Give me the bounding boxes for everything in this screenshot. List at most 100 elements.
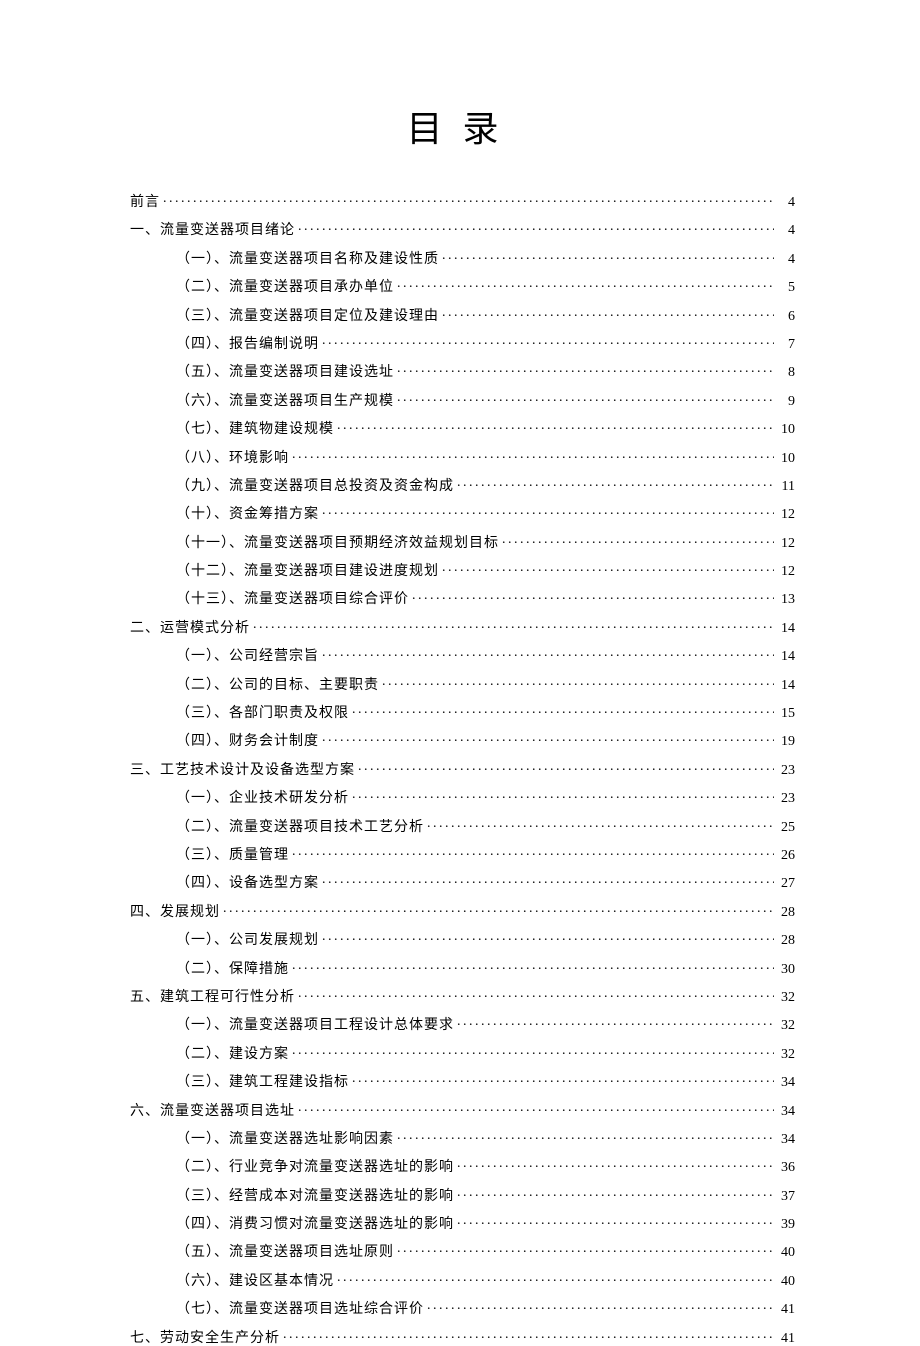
toc-leader-dots bbox=[457, 1157, 774, 1171]
toc-entry-label: （三）、建筑工程建设指标 bbox=[176, 1076, 349, 1090]
toc-leader-dots bbox=[442, 306, 774, 320]
toc-entry: 五、建筑工程可行性分析32 bbox=[130, 987, 795, 1005]
toc-leader-dots bbox=[457, 476, 774, 490]
toc-entry: （三）、各部门职责及权限15 bbox=[130, 703, 795, 721]
toc-entry: （八）、环境影响10 bbox=[130, 448, 795, 466]
toc-entry-page: 32 bbox=[777, 1019, 795, 1033]
toc-entry-label: （四）、财务会计制度 bbox=[176, 735, 319, 749]
toc-entry: （二）、公司的目标、主要职责14 bbox=[130, 675, 795, 693]
toc-entry: （二）、流量变送器项目技术工艺分析25 bbox=[130, 817, 795, 835]
toc-entry-label: （一）、流量变送器选址影响因素 bbox=[176, 1133, 394, 1147]
table-of-contents: 前言4一、流量变送器项目绪论4（一）、流量变送器项目名称及建设性质4（二）、流量… bbox=[130, 192, 795, 1346]
toc-leader-dots bbox=[253, 618, 774, 632]
toc-entry: （一）、公司发展规划28 bbox=[130, 930, 795, 948]
toc-leader-dots bbox=[292, 959, 774, 973]
toc-entry-page: 8 bbox=[777, 366, 795, 380]
toc-entry: （三）、经营成本对流量变送器选址的影响37 bbox=[130, 1186, 795, 1204]
toc-entry-page: 39 bbox=[777, 1218, 795, 1232]
toc-leader-dots bbox=[352, 703, 774, 717]
toc-leader-dots bbox=[442, 249, 774, 263]
toc-leader-dots bbox=[322, 873, 774, 887]
toc-entry: （七）、流量变送器项目选址综合评价41 bbox=[130, 1299, 795, 1317]
toc-entry: （六）、流量变送器项目生产规模9 bbox=[130, 391, 795, 409]
toc-entry: （一）、企业技术研发分析23 bbox=[130, 788, 795, 806]
toc-leader-dots bbox=[397, 1242, 774, 1256]
toc-entry-page: 41 bbox=[777, 1303, 795, 1317]
toc-entry-page: 15 bbox=[777, 707, 795, 721]
toc-entry: （七）、建筑物建设规模 10 bbox=[130, 419, 795, 437]
toc-entry-page: 30 bbox=[777, 963, 795, 977]
toc-leader-dots bbox=[322, 731, 774, 745]
toc-entry-page: 7 bbox=[777, 338, 795, 352]
toc-entry-label: （一）、流量变送器项目工程设计总体要求 bbox=[176, 1019, 454, 1033]
toc-entry-page: 23 bbox=[777, 764, 795, 778]
toc-entry-page: 19 bbox=[777, 735, 795, 749]
toc-entry-page: 10 bbox=[777, 423, 795, 437]
toc-entry: （三）、质量管理26 bbox=[130, 845, 795, 863]
toc-leader-dots bbox=[322, 504, 774, 518]
toc-entry: （三）、建筑工程建设指标 34 bbox=[130, 1072, 795, 1090]
toc-entry-label: 三、工艺技术设计及设备选型方案 bbox=[130, 764, 355, 778]
toc-entry-label: 前言 bbox=[130, 196, 160, 210]
toc-entry-label: 二、运营模式分析 bbox=[130, 622, 250, 636]
toc-entry-label: （一）、公司经营宗旨 bbox=[176, 650, 319, 664]
toc-leader-dots bbox=[322, 930, 774, 944]
toc-entry: 六、流量变送器项目选址 34 bbox=[130, 1101, 795, 1119]
toc-entry-label: 六、流量变送器项目选址 bbox=[130, 1105, 295, 1119]
toc-entry-page: 25 bbox=[777, 821, 795, 835]
toc-leader-dots bbox=[358, 760, 774, 774]
toc-entry: （四）、财务会计制度 19 bbox=[130, 731, 795, 749]
toc-entry-label: （十二）、流量变送器项目建设进度规划 bbox=[176, 565, 439, 579]
toc-leader-dots bbox=[397, 277, 774, 291]
toc-leader-dots bbox=[412, 589, 774, 603]
toc-entry: （十一）、流量变送器项目预期经济效益规划目标12 bbox=[130, 533, 795, 551]
toc-entry: （五）、流量变送器项目建设选址 8 bbox=[130, 362, 795, 380]
toc-entry-page: 36 bbox=[777, 1161, 795, 1175]
toc-entry-page: 12 bbox=[777, 537, 795, 551]
toc-entry-label: （七）、建筑物建设规模 bbox=[176, 423, 334, 437]
toc-entry: （二）、建设方案32 bbox=[130, 1044, 795, 1062]
toc-entry: （二）、保障措施30 bbox=[130, 959, 795, 977]
toc-entry-page: 34 bbox=[777, 1105, 795, 1119]
toc-entry-page: 28 bbox=[777, 906, 795, 920]
toc-entry-label: （五）、流量变送器项目选址原则 bbox=[176, 1246, 394, 1260]
toc-entry-page: 34 bbox=[777, 1133, 795, 1147]
toc-leader-dots bbox=[292, 845, 774, 859]
toc-leader-dots bbox=[322, 334, 774, 348]
toc-entry-label: （五）、流量变送器项目建设选址 bbox=[176, 366, 394, 380]
toc-leader-dots bbox=[457, 1015, 774, 1029]
toc-entry-label: （十）、资金筹措方案 bbox=[176, 508, 319, 522]
toc-entry: 七、劳动安全生产分析41 bbox=[130, 1328, 795, 1346]
toc-leader-dots bbox=[298, 220, 774, 234]
toc-leader-dots bbox=[397, 362, 774, 376]
toc-leader-dots bbox=[457, 1186, 774, 1200]
toc-entry: （九）、流量变送器项目总投资及资金构成11 bbox=[130, 476, 795, 494]
toc-leader-dots bbox=[427, 817, 774, 831]
toc-entry: （一）、流量变送器项目工程设计总体要求 32 bbox=[130, 1015, 795, 1033]
toc-entry-label: （三）、经营成本对流量变送器选址的影响 bbox=[176, 1190, 454, 1204]
toc-entry: （十）、资金筹措方案12 bbox=[130, 504, 795, 522]
toc-entry-page: 40 bbox=[777, 1246, 795, 1260]
toc-leader-dots bbox=[292, 1044, 774, 1058]
toc-entry-page: 4 bbox=[777, 253, 795, 267]
toc-entry-label: （六）、建设区基本情况 bbox=[176, 1275, 334, 1289]
toc-entry-page: 40 bbox=[777, 1275, 795, 1289]
toc-entry-label: （三）、质量管理 bbox=[176, 849, 289, 863]
toc-leader-dots bbox=[298, 1101, 774, 1115]
toc-entry: （二）、行业竞争对流量变送器选址的影响 36 bbox=[130, 1157, 795, 1175]
toc-entry-label: （四）、设备选型方案 bbox=[176, 877, 319, 891]
toc-entry: （一）、公司经营宗旨 14 bbox=[130, 646, 795, 664]
toc-entry: （五）、流量变送器项目选址原则 40 bbox=[130, 1242, 795, 1260]
toc-leader-dots bbox=[397, 391, 774, 405]
toc-entry-page: 14 bbox=[777, 679, 795, 693]
toc-entry: （一）、流量变送器选址影响因素 34 bbox=[130, 1129, 795, 1147]
toc-entry-page: 4 bbox=[777, 224, 795, 238]
toc-entry-label: （二）、行业竞争对流量变送器选址的影响 bbox=[176, 1161, 454, 1175]
toc-entry-label: （六）、流量变送器项目生产规模 bbox=[176, 395, 394, 409]
toc-entry: 三、工艺技术设计及设备选型方案 23 bbox=[130, 760, 795, 778]
toc-leader-dots bbox=[502, 533, 774, 547]
toc-leader-dots bbox=[382, 675, 774, 689]
toc-entry-page: 14 bbox=[777, 650, 795, 664]
toc-entry-page: 34 bbox=[777, 1076, 795, 1090]
toc-leader-dots bbox=[337, 1271, 774, 1285]
